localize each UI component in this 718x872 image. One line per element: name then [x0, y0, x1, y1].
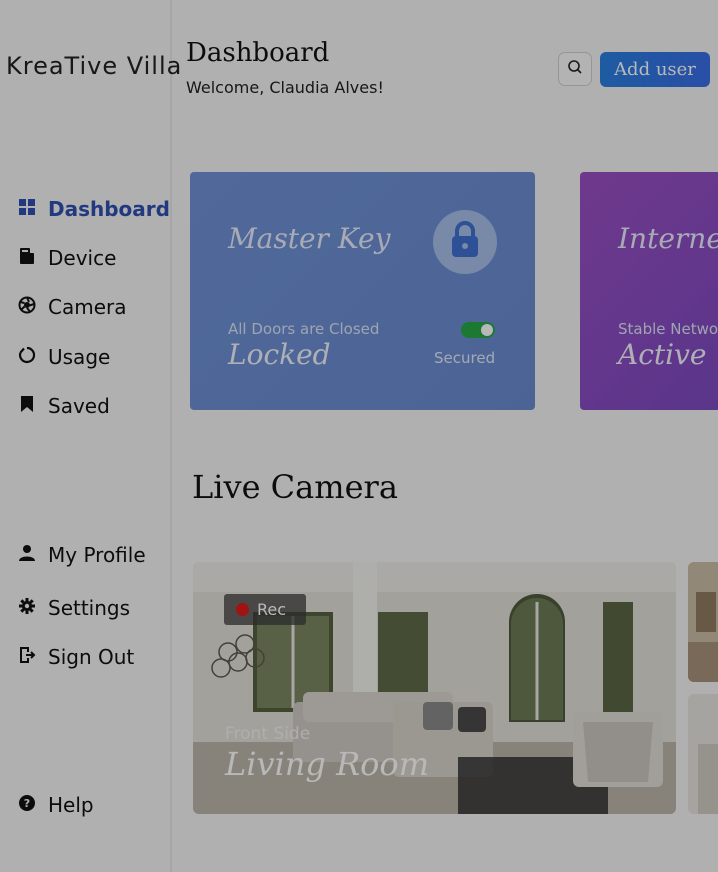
camera-feed-main[interactable]: Rec Front Side Living Room	[193, 562, 676, 814]
nav-label: Help	[48, 793, 94, 817]
camera-icon	[18, 295, 36, 319]
card-status-main: Locked	[228, 338, 331, 371]
nav-device[interactable]: Device	[18, 246, 116, 270]
nav-label: Sign Out	[48, 645, 135, 669]
nav-sign-out[interactable]: Sign Out	[18, 645, 134, 669]
nav-help[interactable]: ? Help	[18, 793, 94, 817]
card-status-sub: All Doors are Closed	[228, 320, 380, 338]
room-image	[688, 694, 718, 814]
device-icon	[18, 246, 36, 270]
nav-settings[interactable]: Settings	[18, 596, 130, 620]
help-icon: ?	[18, 793, 36, 817]
brand-logo: KreaTive Villa	[6, 52, 183, 80]
nav-dashboard[interactable]: Dashboard	[18, 197, 170, 221]
toggle-label: Secured	[434, 349, 496, 367]
gear-icon	[18, 596, 36, 620]
page-title: Dashboard	[186, 38, 330, 68]
welcome-message: Welcome, Claudia Alves!	[186, 78, 384, 97]
card-status-sub: Stable Netwo	[618, 320, 718, 338]
nav-usage[interactable]: Usage	[18, 345, 110, 369]
internet-card: Internet Stable Netwo Active	[580, 172, 718, 410]
search-button[interactable]	[558, 52, 592, 86]
nav-label: My Profile	[48, 543, 146, 567]
user-icon	[18, 543, 36, 567]
svg-text:?: ?	[24, 797, 30, 810]
camera-feed-thumbnail[interactable]	[688, 694, 718, 814]
sidebar: KreaTive Villa Dashboard Device Camera U…	[0, 0, 181, 872]
nav-label: Saved	[48, 394, 110, 418]
card-title: Master Key	[228, 222, 391, 255]
lock-button[interactable]	[433, 210, 497, 274]
nav-camera[interactable]: Camera	[18, 295, 127, 319]
nav-label: Usage	[48, 345, 111, 369]
camera-location-title: Living Room	[225, 745, 430, 783]
main-content: Dashboard Welcome, Claudia Alves! Add us…	[172, 0, 718, 872]
section-title: Live Camera	[192, 468, 398, 506]
nav-label: Device	[48, 246, 117, 270]
nav-my-profile[interactable]: My Profile	[18, 543, 146, 567]
record-dot-icon	[236, 603, 249, 616]
rec-label: Rec	[257, 600, 287, 619]
search-icon	[567, 59, 583, 79]
camera-feed-thumbnail[interactable]	[688, 562, 718, 682]
bookmark-icon	[18, 394, 36, 418]
grid-icon	[18, 197, 36, 221]
nav-saved[interactable]: Saved	[18, 394, 110, 418]
card-status-main: Active	[618, 338, 707, 371]
card-title: Internet	[618, 222, 718, 255]
master-key-card: Master Key All Doors are Closed Locked S…	[190, 172, 535, 410]
camera-location-sub: Front Side	[225, 724, 311, 744]
usage-icon	[18, 345, 36, 369]
sign-out-icon	[18, 645, 36, 669]
nav-label: Dashboard	[48, 197, 170, 221]
room-image	[688, 562, 718, 682]
secured-toggle[interactable]	[461, 322, 495, 338]
recording-indicator: Rec	[224, 594, 306, 625]
add-user-button[interactable]: Add user	[600, 52, 710, 87]
lock-icon	[448, 221, 482, 263]
nav-label: Camera	[48, 295, 127, 319]
nav-label: Settings	[48, 596, 131, 620]
